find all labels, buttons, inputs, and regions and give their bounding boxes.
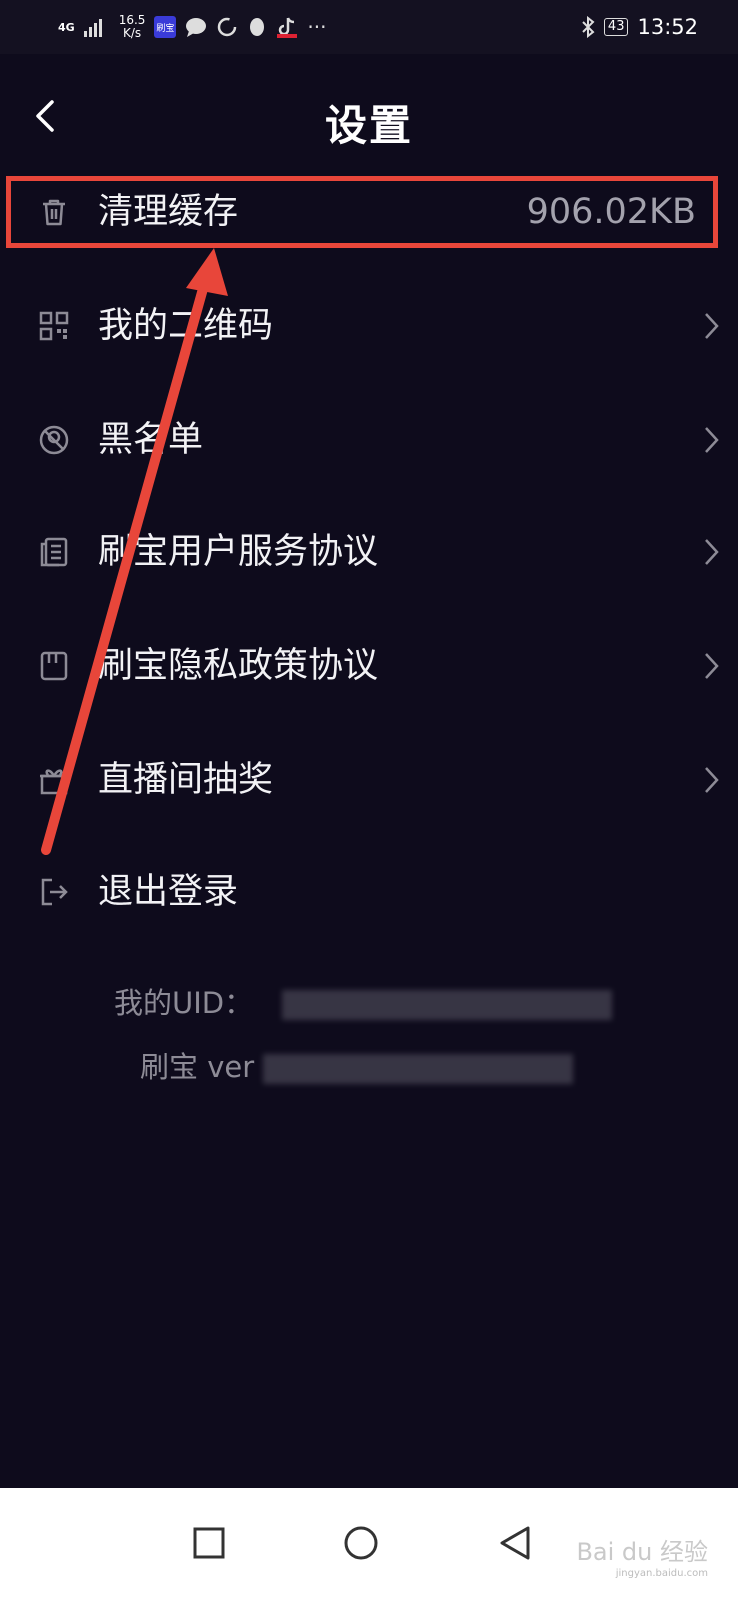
uid-label: 我的UID： [114, 986, 254, 1020]
chevron-right-icon [705, 313, 719, 339]
cache-size-value: 906.02KB [526, 192, 696, 232]
menu-item-live-lottery[interactable]: 直播间抽奖 [0, 724, 738, 836]
uid-row: 我的UID： [0, 980, 738, 1022]
logout-icon [41, 878, 68, 906]
status-bar: 4G 16.5 K/s 刷宝 ··· 43 13:52 [0, 0, 738, 54]
sync-icon [218, 17, 237, 37]
gift-icon [40, 769, 68, 795]
menu-item-label: 刷宝隐私政策协议 [98, 646, 379, 686]
signal-bars-icon [83, 19, 102, 37]
uid-mosaic [282, 990, 613, 1020]
network-speed: 16.5 K/s [119, 14, 146, 40]
network-speed-unit: K/s [122, 26, 142, 40]
menu-item-qr-code[interactable]: 我的二维码 [0, 270, 738, 382]
menu-item-user-agreement[interactable]: 刷宝用户服务协议 [0, 496, 738, 608]
menu-item-label: 退出登录 [98, 872, 239, 912]
chat-bubble-icon [186, 18, 207, 37]
watermark-url: jingyan.baidu.com [615, 1568, 708, 1579]
menu-item-logout[interactable]: 退出登录 [0, 836, 738, 948]
trash-icon [43, 199, 65, 226]
document-icon [40, 537, 68, 567]
menu-item-label: 直播间抽奖 [98, 760, 274, 800]
menu-item-label: 清理缓存 [98, 192, 239, 232]
version-label: 刷宝 ver [140, 1050, 255, 1084]
status-right: 43 13:52 [581, 15, 698, 39]
chevron-right-icon [705, 427, 719, 453]
network-speed-value: 16.5 [118, 13, 146, 27]
back-triangle-icon[interactable] [490, 1518, 540, 1568]
baidu-jingyan-watermark: Bai du 经验 [576, 1538, 708, 1566]
menu-item-label: 黑名单 [98, 420, 204, 460]
menu-item-privacy-policy[interactable]: 刷宝隐私政策协议 [0, 610, 738, 722]
version-row: 刷宝 ver [0, 1044, 738, 1086]
status-left: 4G 16.5 K/s 刷宝 ··· [58, 14, 326, 40]
signal-indicator: 4G [58, 20, 75, 34]
chevron-right-icon [705, 539, 719, 565]
version-mosaic [263, 1054, 574, 1084]
more-notifications: ··· [307, 15, 327, 39]
chevron-right-icon [705, 653, 719, 679]
page-title: 设置 [324, 101, 413, 150]
menu-item-clear-cache[interactable]: 清理缓存 906.02KB [0, 156, 738, 268]
system-navigation-bar: Bai du 经验 jingyan.baidu.com [0, 1488, 738, 1600]
menu-item-blacklist[interactable]: 黑名单 [0, 384, 738, 496]
menu-item-label: 刷宝用户服务协议 [98, 532, 379, 572]
tiktok-icon [277, 17, 298, 38]
bluetooth-icon [582, 16, 595, 38]
battery-indicator: 43 [603, 18, 629, 36]
shuabao-app-icon: 刷宝 [154, 16, 177, 38]
qr-code-icon [39, 311, 69, 341]
home-circle-icon[interactable] [336, 1518, 386, 1568]
qq-penguin-icon [250, 18, 265, 36]
blocked-user-icon [39, 425, 69, 455]
clock: 13:52 [637, 15, 698, 39]
menu-item-label: 我的二维码 [98, 306, 274, 346]
chevron-right-icon [705, 767, 719, 793]
recent-apps-square-icon[interactable] [184, 1518, 234, 1568]
book-icon [40, 651, 68, 681]
